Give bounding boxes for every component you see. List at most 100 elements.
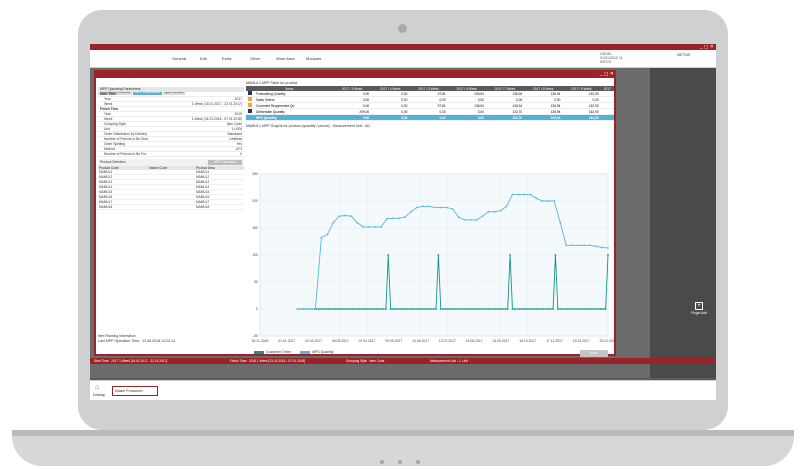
x-tick-label: 12.07.2017 bbox=[439, 339, 456, 343]
item-planning-info[interactable]: Item Planning Information bbox=[98, 334, 136, 338]
series-1-point bbox=[607, 247, 609, 249]
series-0-point bbox=[427, 308, 430, 310]
series-1-point bbox=[463, 219, 466, 221]
series-0-point bbox=[356, 308, 359, 310]
series-1-point bbox=[314, 308, 317, 310]
param-row[interactable]: Number of Periods to Be Fro. 0 bbox=[98, 152, 244, 157]
series-0-point bbox=[592, 308, 595, 310]
series-0-point bbox=[506, 308, 509, 310]
series-1-point bbox=[487, 210, 490, 213]
menu-item-general[interactable]: General bbox=[172, 56, 186, 61]
checkbox-icon[interactable] bbox=[248, 109, 252, 113]
taskbar: ⌂ Desktop Master Production bbox=[90, 380, 716, 400]
series-0-point bbox=[518, 308, 521, 310]
series-0-point bbox=[564, 308, 566, 310]
series-0-point bbox=[375, 308, 378, 310]
menu-item-other[interactable]: Other bbox=[250, 56, 260, 61]
series-0-point bbox=[504, 308, 507, 310]
series-0-point bbox=[535, 308, 538, 310]
status-group: Grouping Style : Item Code bbox=[346, 359, 385, 363]
mpp-operating-button[interactable]: MPP Operating bbox=[208, 160, 242, 165]
series-0-point bbox=[423, 308, 425, 310]
series-0-point bbox=[571, 308, 574, 310]
series-1-point bbox=[565, 244, 568, 247]
series-0-point bbox=[411, 308, 414, 310]
checkbox-icon[interactable] bbox=[248, 103, 252, 107]
series-0-point bbox=[463, 308, 466, 310]
series-1-point bbox=[517, 193, 520, 196]
table-cell: 0,00 bbox=[409, 114, 448, 121]
plugin-add[interactable]: + Plugin Add bbox=[690, 302, 708, 315]
series-1-point bbox=[386, 217, 388, 220]
user-line3: INFOS bbox=[600, 60, 611, 64]
series-0-point bbox=[425, 308, 428, 310]
series-1-point bbox=[511, 193, 514, 196]
series-0-point bbox=[416, 308, 418, 310]
series-0-point bbox=[334, 308, 337, 310]
series-0-point bbox=[568, 308, 571, 310]
menu-item-work-area[interactable]: Work Area bbox=[276, 56, 295, 61]
series-0-point bbox=[499, 308, 502, 310]
series-0-point bbox=[399, 308, 402, 310]
table-cell: 136,94 bbox=[524, 114, 563, 121]
series-0-point bbox=[478, 308, 480, 310]
series-1-point bbox=[547, 200, 550, 202]
series-1-point bbox=[475, 219, 478, 221]
series-1-point bbox=[416, 206, 418, 209]
series-0-point bbox=[327, 308, 330, 310]
product-row[interactable]: MAMUL8 MAMUL8 bbox=[98, 204, 244, 210]
series-0-point bbox=[566, 308, 569, 310]
mpp-window-controls-icon[interactable]: _ ◻ ✕ bbox=[600, 71, 614, 77]
checkbox-icon[interactable] bbox=[248, 115, 252, 119]
series-0-point bbox=[494, 308, 497, 310]
home-icon[interactable]: ⌂ bbox=[95, 384, 99, 391]
series-0-point bbox=[341, 308, 344, 310]
mpp-table: Items 2017 / 3.Week 2017 / 4.Week 2017 / 5.… bbox=[246, 86, 614, 121]
menu-item-extra[interactable]: Extra bbox=[222, 56, 231, 61]
status-unit: Measurement Unit : 1. Unit bbox=[430, 359, 468, 363]
series-0-point bbox=[442, 308, 445, 310]
series-0-point bbox=[583, 308, 586, 310]
series-0-point bbox=[420, 308, 423, 310]
series-1-point bbox=[404, 216, 406, 219]
save-button[interactable]: Save bbox=[580, 350, 608, 357]
y-tick-label: 100 bbox=[252, 253, 258, 257]
menu-item-edit[interactable]: Edit bbox=[200, 56, 207, 61]
series-1-point bbox=[356, 221, 359, 224]
series-0-point bbox=[430, 308, 433, 310]
series-1-point bbox=[374, 226, 377, 228]
series-1-point bbox=[350, 215, 353, 218]
series-0-point bbox=[408, 308, 411, 310]
x-tick-label: 06.03.2017 bbox=[332, 339, 349, 343]
mpp-window-title-bar: _ ◻ ✕ bbox=[96, 71, 614, 78]
taskbar-master-production[interactable]: Master Production bbox=[112, 386, 158, 396]
series-1-point bbox=[421, 205, 424, 208]
table-row[interactable]: MPS Quantity 0,00 0,00 0,00 0,00 132,70 136,94… bbox=[246, 114, 614, 121]
series-0-point bbox=[480, 308, 483, 310]
y-tick-label: 200 bbox=[252, 199, 258, 203]
series-0-point bbox=[451, 308, 454, 310]
series-0-point bbox=[578, 308, 581, 310]
menu-item-modules[interactable]: Modules bbox=[306, 56, 321, 61]
table-cell: 0,00 bbox=[447, 114, 486, 121]
series-0-point bbox=[576, 308, 578, 310]
parameters-panel: MPP Operating Parameters Start Time Year 2… bbox=[98, 87, 244, 349]
series-0-point bbox=[332, 308, 335, 310]
series-0-point bbox=[396, 308, 399, 310]
y-tick-label: 0 bbox=[256, 307, 258, 311]
checkbox-icon[interactable] bbox=[248, 91, 252, 95]
row-checkbox[interactable] bbox=[246, 114, 254, 121]
series-0-point bbox=[368, 308, 371, 310]
y-tick-label: 150 bbox=[252, 226, 258, 230]
series-0-point bbox=[437, 254, 440, 256]
series-1-point bbox=[451, 208, 454, 210]
series-0-point bbox=[549, 308, 552, 310]
taskbar-desktop[interactable]: Desktop bbox=[93, 393, 105, 397]
series-1-point bbox=[332, 221, 335, 224]
series-0-point bbox=[461, 308, 464, 310]
status-finish: Finish Time : 2018 1.Week [31.01.2018 - … bbox=[230, 359, 306, 363]
series-0-point bbox=[337, 308, 339, 310]
checkbox-icon[interactable] bbox=[248, 97, 252, 101]
series-0-point bbox=[599, 308, 602, 310]
series-0-point bbox=[447, 308, 449, 310]
